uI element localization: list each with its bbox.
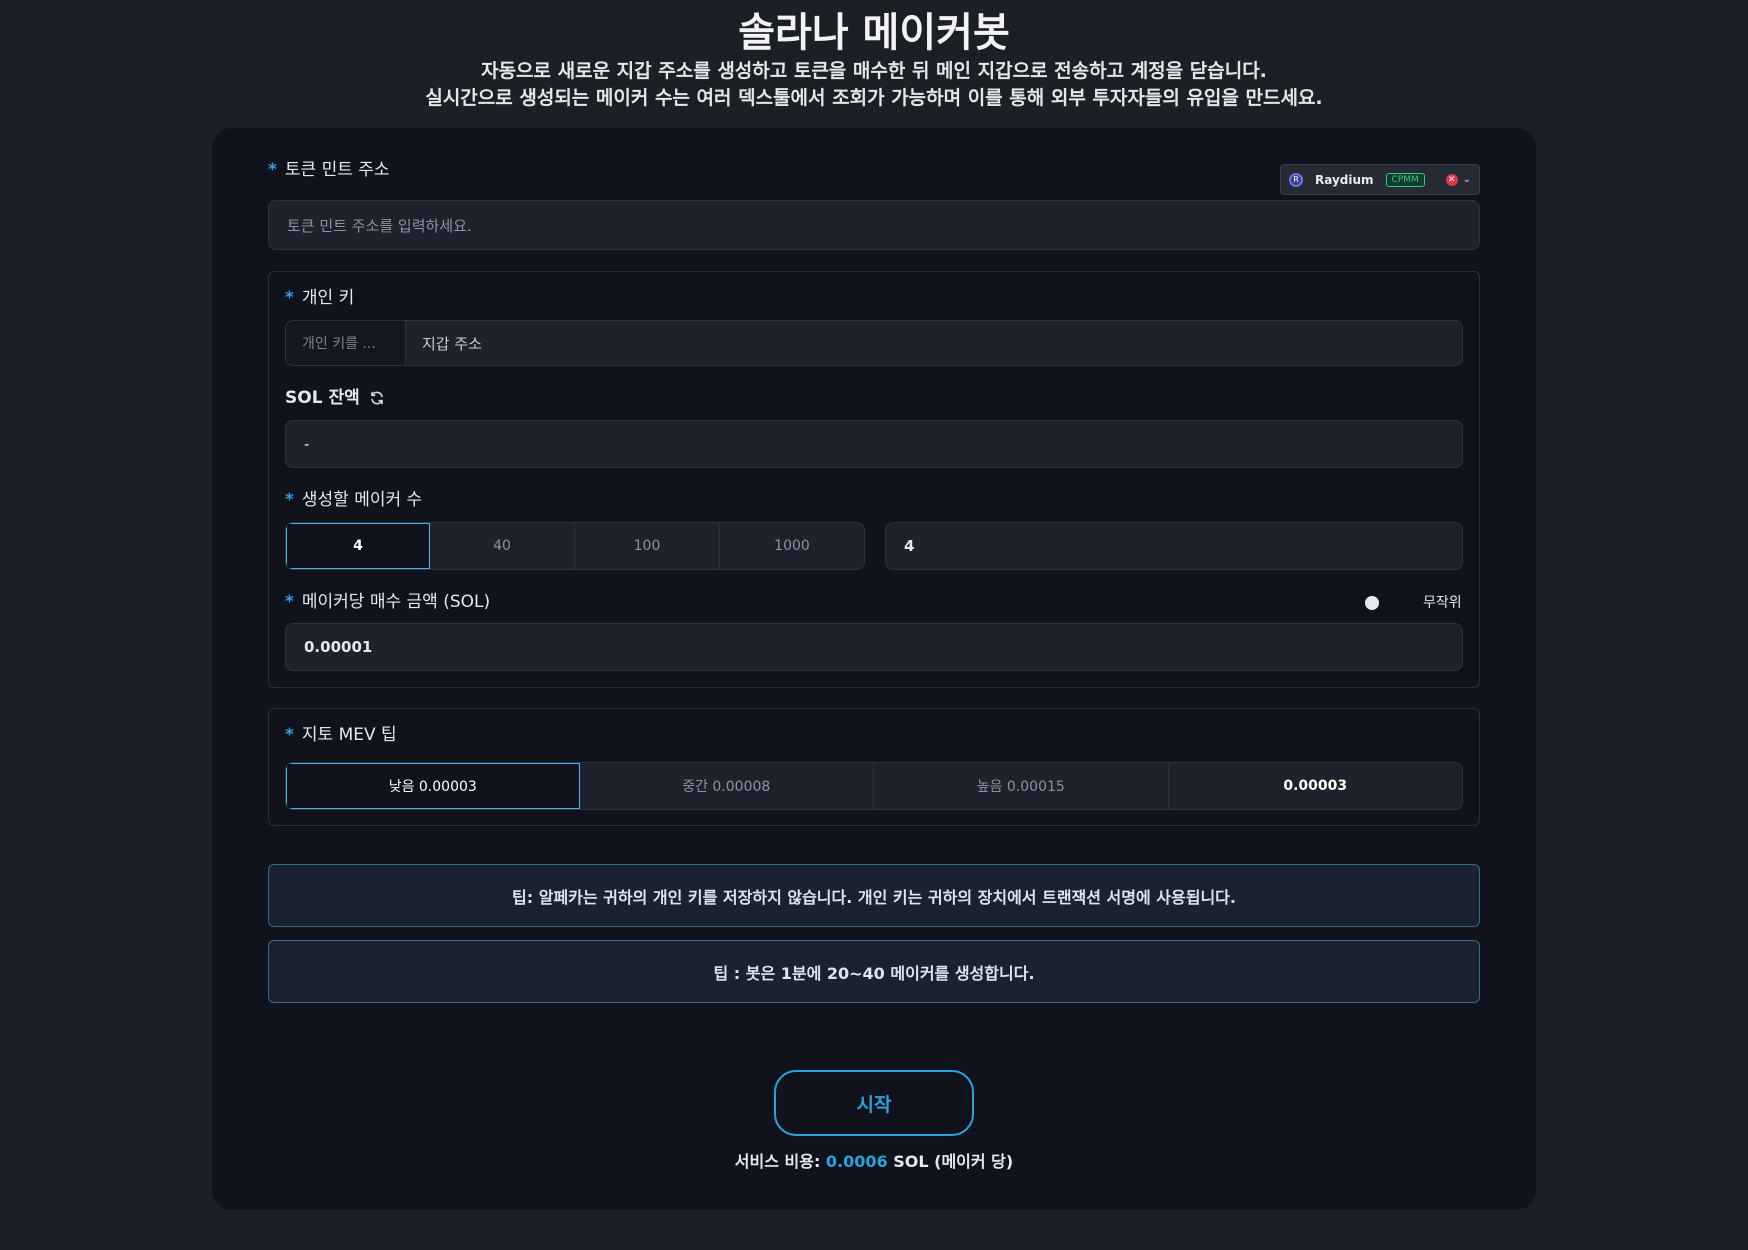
tip-private-key: 팁: 알페카는 귀하의 개인 키를 저장하지 않습니다. 개인 키는 귀하의 장… <box>268 864 1480 927</box>
maker-count-option-4[interactable]: 4 <box>286 523 430 569</box>
jito-tip-label: * 지토 MEV 팁 <box>285 724 397 746</box>
buy-amount-value: 0.00001 <box>304 638 373 656</box>
private-key-label-text: 개인 키 <box>301 288 355 308</box>
dex-select[interactable]: R Raydium CPMM ✕ ⌄ <box>1280 164 1480 195</box>
maker-count-option-100[interactable]: 100 <box>575 523 720 569</box>
required-mark: * <box>285 592 294 612</box>
wallet-address-placeholder: 지갑 주소 <box>422 334 482 353</box>
service-fee-prefix: 서비스 비용: <box>734 1152 826 1171</box>
sol-balance-label: SOL 잔액 <box>285 387 385 409</box>
jito-tip-current-value[interactable]: 0.00003 <box>1169 763 1463 809</box>
token-mint-label: * 토큰 민트 주소 <box>268 159 390 181</box>
buy-amount-label: * 메이커당 매수 금액 (SOL) <box>285 591 490 613</box>
maker-count-options: 4 40 100 1000 <box>285 522 865 570</box>
required-mark: * <box>268 160 277 180</box>
required-mark: * <box>285 725 294 745</box>
buy-amount-label-text: 메이커당 매수 금액 (SOL) <box>301 592 491 612</box>
page-subtitle-line2: 실시간으로 생성되는 메이커 수는 여러 덱스툴에서 조회가 가능하며 이를 통… <box>425 87 1323 109</box>
required-mark: * <box>285 490 294 510</box>
jito-tip-group: * 지토 MEV 팁 낮음 0.00003 중간 0.00008 높음 0.000… <box>268 708 1480 826</box>
private-key-label: * 개인 키 <box>285 287 354 309</box>
start-button[interactable]: 시작 <box>774 1070 974 1136</box>
required-mark: * <box>285 288 294 308</box>
x-circle-icon[interactable]: ✕ <box>1445 173 1458 186</box>
refresh-icon[interactable] <box>369 390 385 406</box>
wallet-address-field[interactable]: 지갑 주소 <box>406 321 1462 365</box>
jito-tip-option-low[interactable]: 낮음 0.00003 <box>286 763 580 809</box>
service-fee-amount: 0.0006 <box>825 1152 888 1171</box>
maker-count-value: 4 <box>904 537 915 555</box>
maker-count-option-40[interactable]: 40 <box>430 523 575 569</box>
chevron-down-icon[interactable]: ⌄ <box>1463 174 1471 185</box>
jito-tip-options: 낮음 0.00003 중간 0.00008 높음 0.00015 0.00003 <box>285 762 1463 810</box>
sol-balance-value: - <box>304 435 310 453</box>
private-key-input[interactable]: 개인 키를 ... <box>286 321 406 365</box>
dex-pool-tag: CPMM <box>1385 172 1425 187</box>
raydium-logo-icon: R <box>1289 172 1303 187</box>
wallet-group: * 개인 키 개인 키를 ... 지갑 주소 SOL 잔액 - * 생성할 메이커 … <box>268 271 1480 688</box>
maker-count-option-1000[interactable]: 1000 <box>720 523 864 569</box>
jito-tip-option-high[interactable]: 높음 0.00015 <box>874 763 1169 809</box>
dex-name: Raydium <box>1315 172 1374 187</box>
service-fee-suffix: SOL (메이커 당) <box>887 1152 1014 1171</box>
maker-count-label-text: 생성할 메이커 수 <box>301 490 423 510</box>
jito-tip-label-text: 지토 MEV 팁 <box>301 725 397 745</box>
buy-amount-input[interactable]: 0.00001 <box>285 623 1463 671</box>
maker-count-input[interactable]: 4 <box>885 522 1463 570</box>
random-toggle[interactable] <box>1365 596 1379 610</box>
token-mint-label-text: 토큰 민트 주소 <box>284 160 390 180</box>
sol-balance-field: - <box>285 420 1463 468</box>
sol-balance-label-text: SOL 잔액 <box>285 388 360 408</box>
page-header: 솔라나 메이커봇 자동으로 새로운 지갑 주소를 생성하고 토큰을 매수한 뒤 … <box>0 0 1748 112</box>
page-title: 솔라나 메이커봇 <box>738 10 1010 56</box>
private-key-row: 개인 키를 ... 지갑 주소 <box>285 320 1463 366</box>
token-mint-placeholder: 토큰 민트 주소를 입력하세요. <box>287 216 472 235</box>
maker-count-label: * 생성할 메이커 수 <box>285 489 422 511</box>
maker-bot-form: * 토큰 민트 주소 R Raydium CPMM ✕ ⌄ 토큰 민트 주소를 입… <box>212 128 1536 1210</box>
tip-maker-rate: 팁 : 봇은 1분에 20~40 메이커를 생성합니다. <box>268 940 1480 1003</box>
token-mint-input[interactable]: 토큰 민트 주소를 입력하세요. <box>268 200 1480 250</box>
service-fee: 서비스 비용: 0.0006 SOL (메이커 당) <box>212 1148 1536 1172</box>
private-key-placeholder: 개인 키를 ... <box>302 336 376 352</box>
random-label: 무작위 <box>1423 595 1462 611</box>
page-subtitle-line1: 자동으로 새로운 지갑 주소를 생성하고 토큰을 매수한 뒤 메인 지갑으로 전… <box>481 60 1267 82</box>
jito-tip-option-medium[interactable]: 중간 0.00008 <box>580 763 874 809</box>
